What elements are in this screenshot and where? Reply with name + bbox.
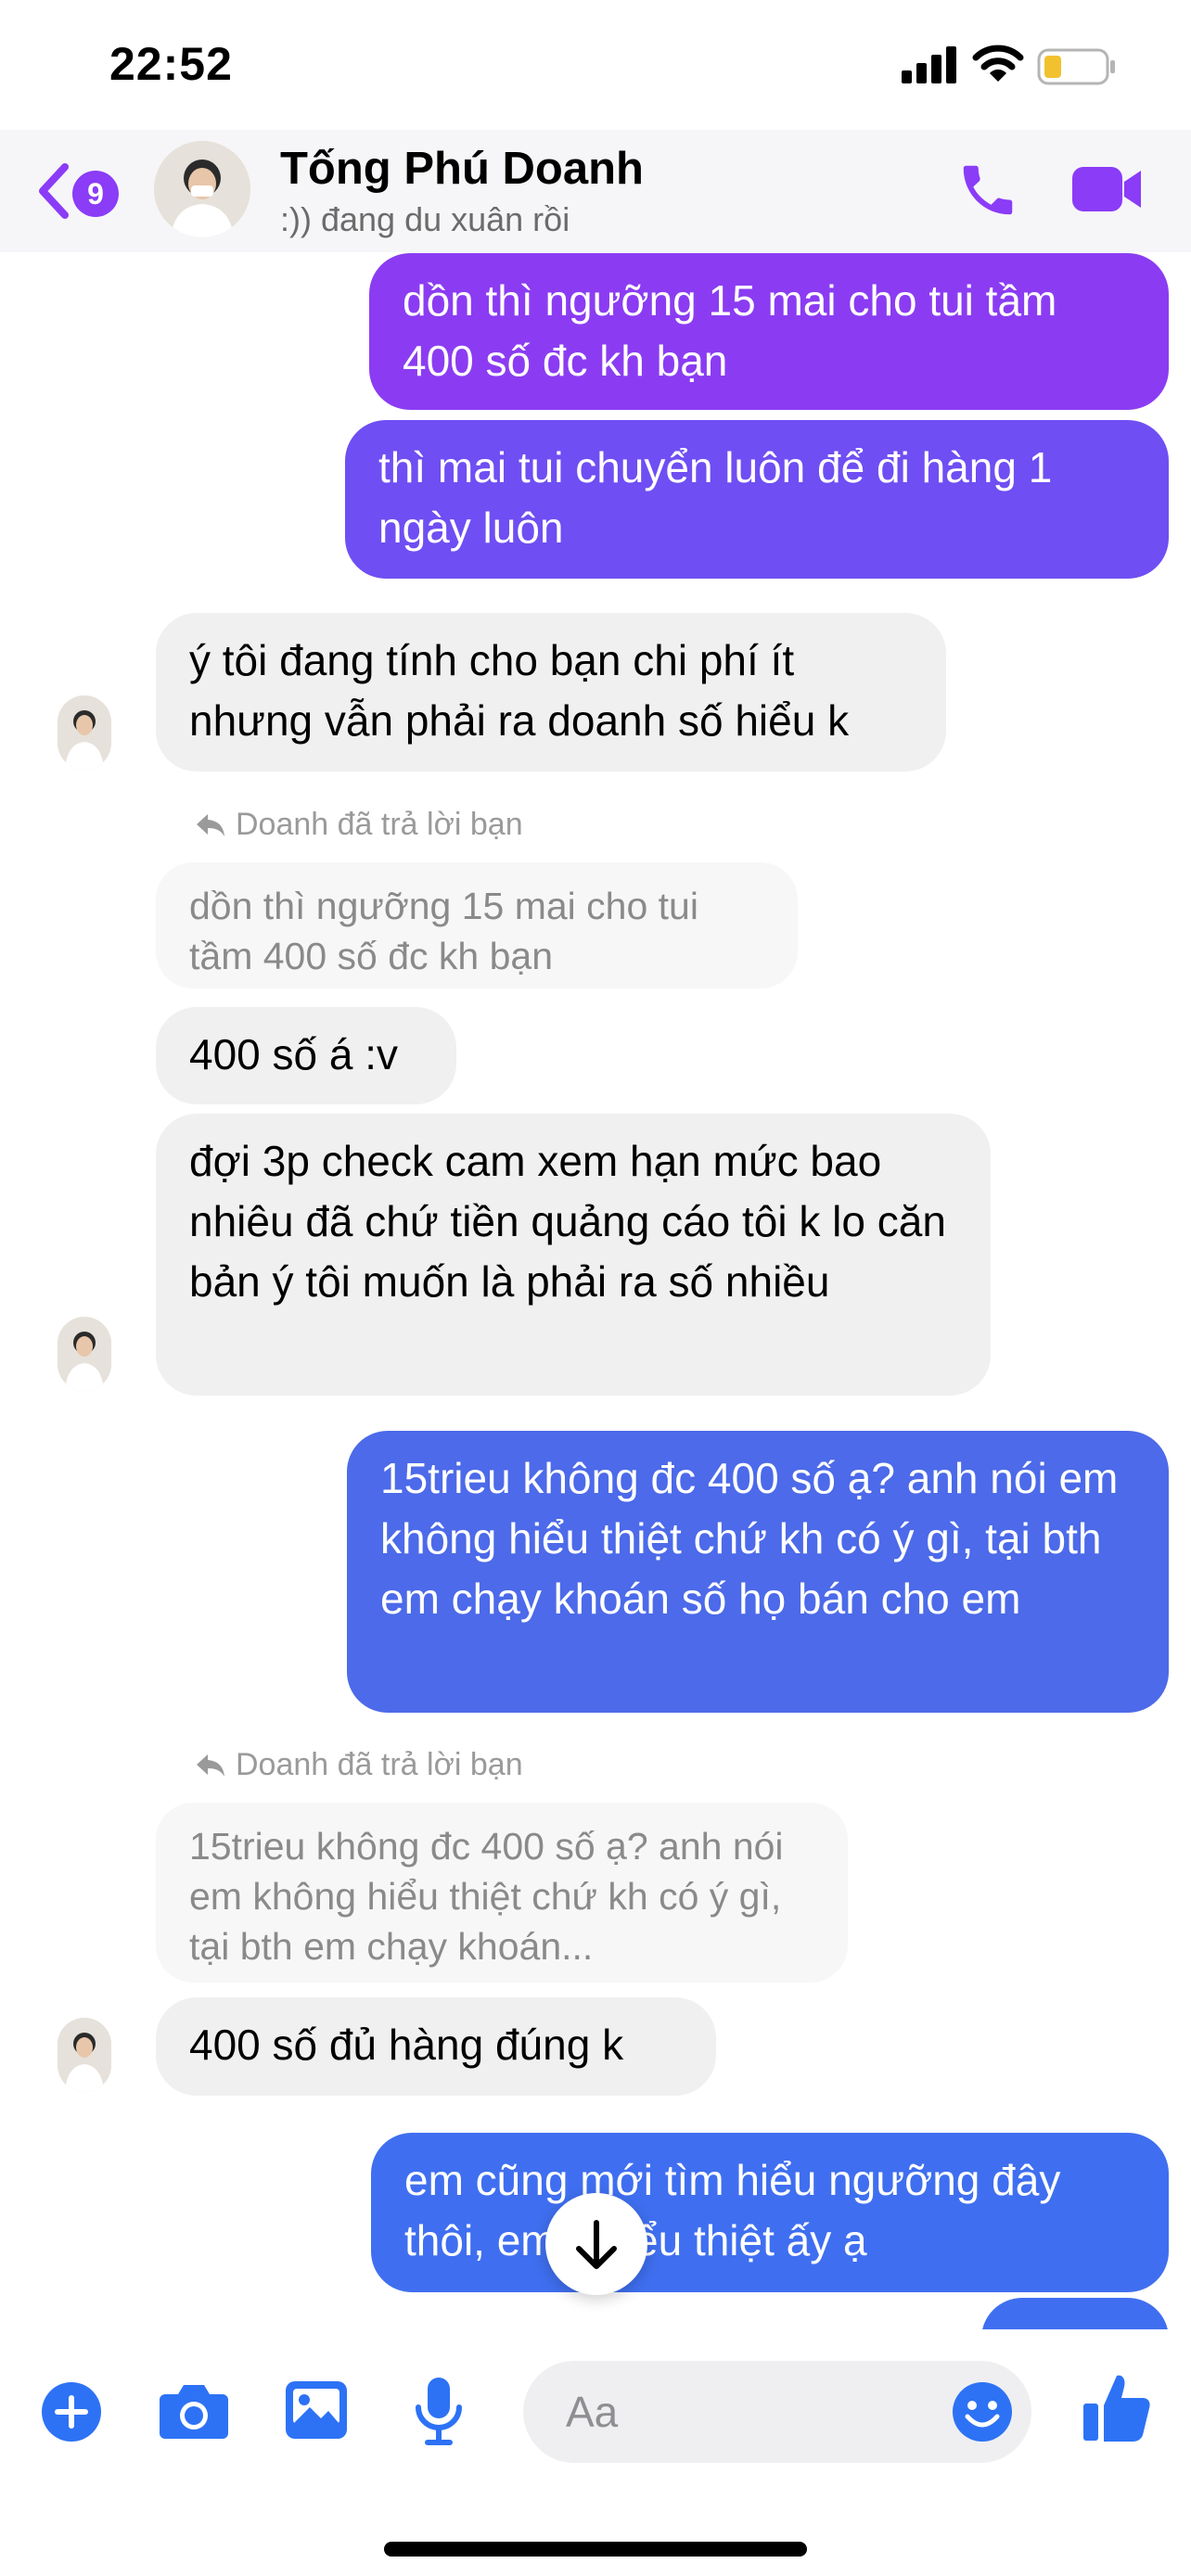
arrow-down-icon — [576, 2220, 617, 2269]
cellular-signal-icon — [902, 46, 956, 83]
outgoing-message[interactable]: thì mai tui chuyển luôn để đi hàng 1 ngà… — [345, 420, 1169, 579]
quoted-message[interactable]: 15trieu không đc 400 số ạ? anh nói em kh… — [156, 1803, 848, 1983]
contact-avatar[interactable] — [154, 141, 250, 237]
incoming-message[interactable]: 400 số á :v — [156, 1007, 456, 1104]
emoji-icon[interactable] — [952, 2381, 1013, 2442]
home-indicator — [384, 2542, 807, 2557]
contact-avatar-small — [58, 2018, 111, 2092]
unread-badge: 9 — [72, 171, 119, 217]
incoming-message[interactable]: 400 số đủ hàng đúng k — [156, 1997, 716, 2096]
contact-avatar-small — [58, 1317, 111, 1391]
incoming-message[interactable]: đợi 3p check cam xem hạn mức bao nhiêu đ… — [156, 1114, 991, 1396]
microphone-icon[interactable] — [412, 2376, 466, 2446]
reply-indicator: Doanh đã trả lời bạn — [195, 1747, 523, 1783]
conversation-header: 9 Tống Phú Doanh :)) đang du xuân rồi — [0, 130, 1191, 252]
person-photo-icon — [154, 141, 250, 237]
camera-icon[interactable] — [158, 2379, 230, 2441]
message-list[interactable]: dồn thì ngưỡng 15 mai cho tui tầm 400 số… — [0, 252, 1191, 2329]
quoted-message[interactable]: dồn thì ngưỡng 15 mai cho tui tầm 400 số… — [156, 862, 798, 988]
chevron-left-icon — [39, 163, 69, 219]
reply-label-text: Doanh đã trả lời bạn — [236, 807, 523, 842]
phone-call-icon[interactable] — [955, 158, 1020, 223]
battery-icon — [1037, 48, 1115, 85]
contact-avatar-small — [58, 695, 111, 770]
reply-label-text: Doanh đã trả lời bạn — [236, 1747, 523, 1782]
reply-arrow-icon — [197, 1754, 224, 1777]
outgoing-message[interactable]: dồn thì ngưỡng 15 mai cho tui tầm 400 số… — [369, 253, 1169, 410]
wifi-icon — [972, 45, 1024, 82]
plus-icon[interactable] — [41, 2381, 102, 2442]
photo-gallery-icon[interactable] — [284, 2379, 349, 2441]
incoming-message[interactable]: ý tôi đang tính cho bạn chi phí ít nhưng… — [156, 613, 946, 772]
outgoing-message[interactable]: em cũng mới tìm hiểu ngưỡng đây thôi, em… — [371, 2133, 1169, 2292]
scroll-to-bottom-button[interactable] — [545, 2193, 647, 2295]
reply-arrow-icon — [197, 814, 224, 836]
thumbs-up-icon[interactable] — [1082, 2370, 1152, 2444]
message-composer: Aa — [0, 2329, 1191, 2576]
contact-status: :)) đang du xuân rồi — [280, 200, 570, 238]
person-photo-icon — [58, 695, 111, 770]
status-time: 22:52 — [109, 38, 233, 90]
back-button[interactable]: 9 — [35, 159, 128, 223]
contact-name[interactable]: Tống Phú Doanh — [280, 143, 644, 195]
person-photo-icon — [58, 2018, 111, 2092]
video-call-icon[interactable] — [1070, 161, 1145, 217]
message-input[interactable]: Aa — [523, 2361, 1031, 2463]
person-photo-icon — [58, 1317, 111, 1391]
reply-indicator: Doanh đã trả lời bạn — [195, 807, 523, 843]
outgoing-message[interactable]: 15trieu không đc 400 số ạ? anh nói em kh… — [347, 1431, 1169, 1713]
status-bar: 22:52 — [0, 0, 1191, 139]
message-input-placeholder: Aa — [566, 2388, 619, 2436]
outgoing-message-partial[interactable] — [981, 2298, 1169, 2329]
